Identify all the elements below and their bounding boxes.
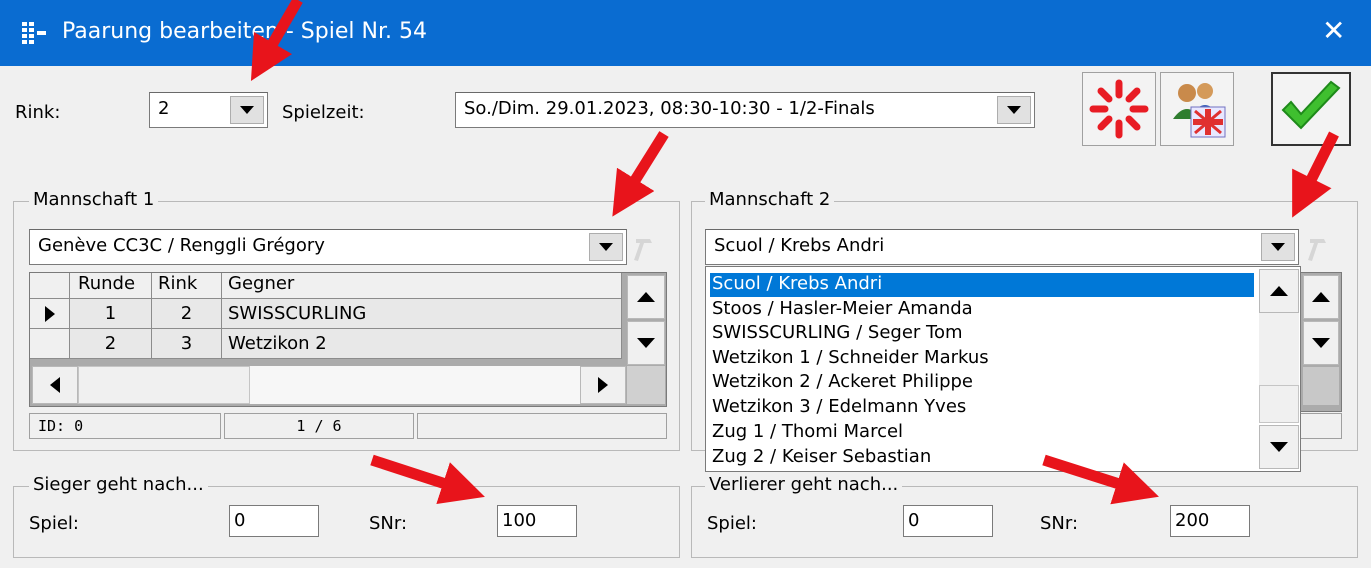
annotation-arrows — [250, 0, 1339, 505]
arrow-team1 — [612, 131, 669, 217]
arrow-winner-snr — [370, 454, 485, 505]
arrow-ok — [1292, 131, 1339, 218]
arrow-rink — [250, 0, 303, 82]
arrow-loser-snr — [1042, 454, 1159, 505]
